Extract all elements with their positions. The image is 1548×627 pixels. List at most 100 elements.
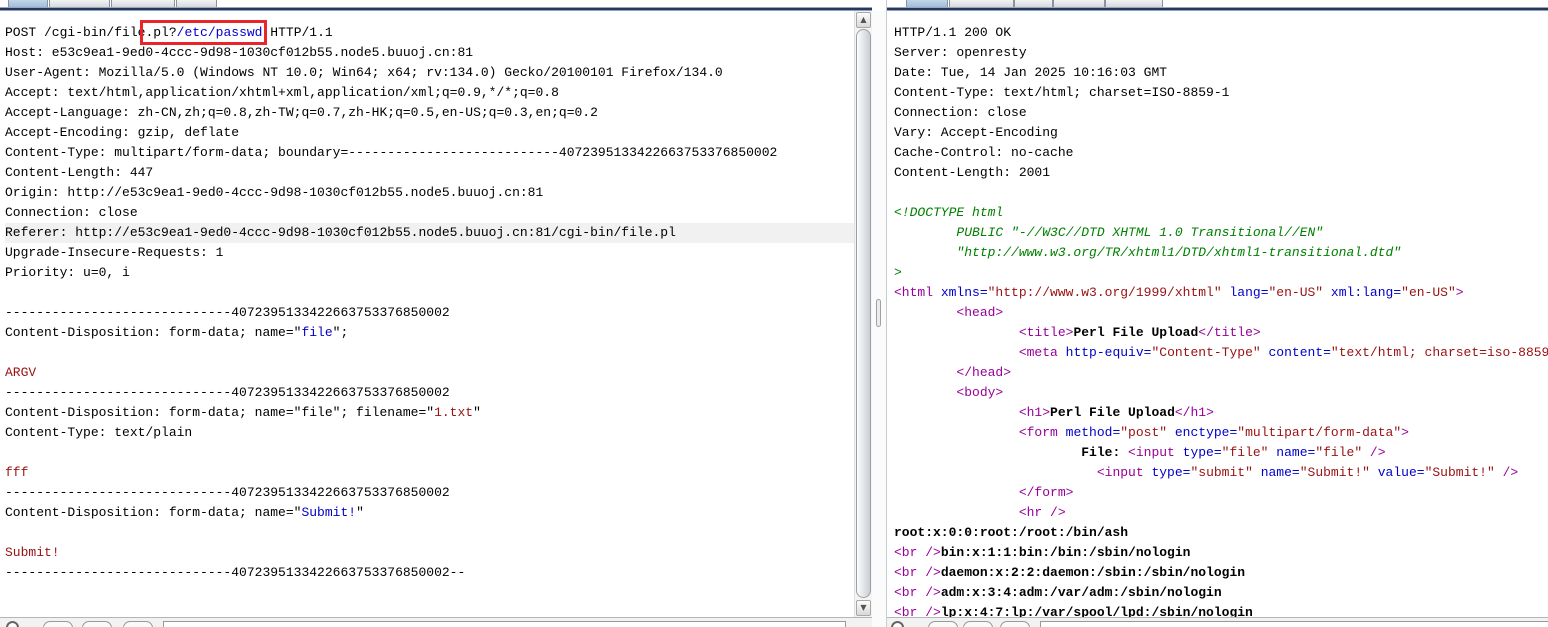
search-icon[interactable] <box>6 621 19 627</box>
code-segment: /> <box>1495 465 1518 480</box>
code-line: -----------------------------40723951334… <box>5 483 854 503</box>
code-segment: /> <box>1362 445 1385 460</box>
code-segment <box>894 365 956 380</box>
code-segment: "Submit!" <box>1425 465 1495 480</box>
code-segment: HTTP/1.1 <box>262 25 332 40</box>
request-scrollbar[interactable]: ▲ ▼ <box>854 11 872 617</box>
code-segment: "en-US" <box>1401 285 1456 300</box>
code-segment: Connection: close <box>5 205 138 220</box>
search-option-button-2[interactable] <box>82 621 112 627</box>
code-segment: <form <box>1019 425 1066 440</box>
code-segment: type= <box>1183 445 1222 460</box>
search-option-button-2[interactable] <box>963 621 993 627</box>
response-editor[interactable]: HTTP/1.1 200 OKServer: openrestyDate: Tu… <box>887 11 1548 617</box>
response-tab-4[interactable] <box>1053 0 1105 7</box>
code-segment: PUBLIC "-//W3C//DTD XHTML 1.0 Transition… <box>894 225 1323 240</box>
code-segment: > <box>894 265 902 280</box>
search-option-button-3[interactable] <box>1000 621 1030 627</box>
code-segment: lang= <box>1229 285 1268 300</box>
code-line: <head> <box>894 303 1548 323</box>
scroll-up-icon[interactable]: ▲ <box>856 12 871 28</box>
code-segment <box>1370 465 1378 480</box>
code-segment: "http://www.w3.org/TR/xhtml1/DTD/xhtml1-… <box>894 245 1401 260</box>
code-segment: ARGV <box>5 365 36 380</box>
code-segment: File: <box>1081 445 1128 460</box>
code-line: Content-Type: text/plain <box>5 423 854 443</box>
code-segment: Cache-Control: no-cache <box>894 145 1073 160</box>
code-segment: /etc/passwd <box>177 25 263 40</box>
code-line: Server: openresty <box>894 43 1548 63</box>
code-segment: "http://www.w3.org/1999/xhtml" <box>988 285 1222 300</box>
code-segment: Accept-Language: zh-CN,zh;q=0.8,zh-TW;q=… <box>5 105 598 120</box>
search-input[interactable] <box>163 621 846 627</box>
request-editor[interactable]: POST /cgi-bin/file.pl?/etc/passwd HTTP/1… <box>0 11 854 617</box>
code-line: <br />bin:x:1:1:bin:/bin:/sbin/nologin <box>894 543 1548 563</box>
code-line: Accept-Encoding: gzip, deflate <box>5 123 854 143</box>
code-segment <box>894 345 1019 360</box>
search-option-button-1[interactable] <box>928 621 958 627</box>
code-segment <box>1167 425 1175 440</box>
scroll-down-icon[interactable]: ▼ <box>856 600 871 616</box>
code-segment: adm:x:3:4:adm:/var/adm:/sbin/nologin <box>941 585 1222 600</box>
code-segment: Connection: close <box>894 105 1027 120</box>
divider-handle-icon[interactable] <box>876 299 881 327</box>
response-tab-5[interactable] <box>1105 0 1163 7</box>
code-line: Content-Type: multipart/form-data; bound… <box>5 143 854 163</box>
code-line: Content-Length: 447 <box>5 163 854 183</box>
code-line: <html xmlns="http://www.w3.org/1999/xhtm… <box>894 283 1548 303</box>
response-tab-3[interactable] <box>1014 0 1053 7</box>
code-line: Accept-Language: zh-CN,zh;q=0.8,zh-TW;q=… <box>5 103 854 123</box>
code-segment: lp:x:4:7:lp:/var/spool/lpd:/sbin/nologin <box>941 605 1253 617</box>
code-line: Submit! <box>5 543 854 563</box>
request-tab-1[interactable] <box>8 0 48 7</box>
code-line: Host: e53c9ea1-9ed0-4ccc-9d98-1030cf012b… <box>5 43 854 63</box>
search-icon[interactable] <box>891 621 904 627</box>
code-segment: Submit! <box>5 545 60 560</box>
code-line: Connection: close <box>894 103 1548 123</box>
code-line <box>5 443 854 463</box>
code-line: <form method="post" enctype="multipart/f… <box>894 423 1548 443</box>
request-tab-2[interactable] <box>49 0 110 7</box>
code-line: <title>Perl File Upload</title> <box>894 323 1548 343</box>
code-line <box>5 283 854 303</box>
code-segment: fff <box>5 465 28 480</box>
code-line: Content-Disposition: form-data; name="fi… <box>5 403 854 423</box>
code-line: > <box>894 263 1548 283</box>
http-message-viewer: POST /cgi-bin/file.pl?/etc/passwd HTTP/1… <box>0 0 1548 627</box>
request-search-bar <box>0 617 872 627</box>
code-line: <h1>Perl File Upload</h1> <box>894 403 1548 423</box>
code-segment: <body> <box>956 385 1003 400</box>
pane-divider[interactable] <box>872 11 886 627</box>
code-segment: <br /> <box>894 585 941 600</box>
request-tab-4[interactable] <box>176 0 217 7</box>
code-segment: Content-Type: multipart/form-data; bound… <box>5 145 777 160</box>
code-segment: Perl File Upload <box>1050 405 1175 420</box>
code-segment <box>894 505 1019 520</box>
code-line: </head> <box>894 363 1548 383</box>
code-segment: -----------------------------40723951334… <box>5 485 450 500</box>
code-segment <box>894 385 956 400</box>
response-tab-1[interactable] <box>906 0 948 7</box>
search-input[interactable] <box>1040 621 1548 627</box>
code-line: File: <input type="file" name="file" /> <box>894 443 1548 463</box>
code-segment: "; <box>333 325 349 340</box>
code-segment: " <box>473 405 481 420</box>
request-tabbar <box>0 0 872 7</box>
request-scrollbar-thumb[interactable] <box>856 29 871 598</box>
search-option-button-1[interactable] <box>43 621 73 627</box>
code-segment: enctype= <box>1175 425 1237 440</box>
code-line: Vary: Accept-Encoding <box>894 123 1548 143</box>
code-line: User-Agent: Mozilla/5.0 (Windows NT 10.0… <box>5 63 854 83</box>
response-tab-2[interactable] <box>949 0 1014 7</box>
code-segment: <html <box>894 285 941 300</box>
search-option-button-3[interactable] <box>123 621 153 627</box>
code-line: Content-Disposition: form-data; name="Su… <box>5 503 854 523</box>
code-segment: Perl File Upload <box>1073 325 1198 340</box>
code-segment: "multipart/form-data" <box>1237 425 1401 440</box>
request-tab-3[interactable] <box>111 0 175 7</box>
code-line: <meta http-equiv="Content-Type" content=… <box>894 343 1548 363</box>
code-segment: "text/html; charset=iso-8859-1" <box>1331 345 1548 360</box>
code-line: Connection: close <box>5 203 854 223</box>
code-segment: .pl? <box>145 25 176 40</box>
code-segment: Content-Length: 2001 <box>894 165 1050 180</box>
